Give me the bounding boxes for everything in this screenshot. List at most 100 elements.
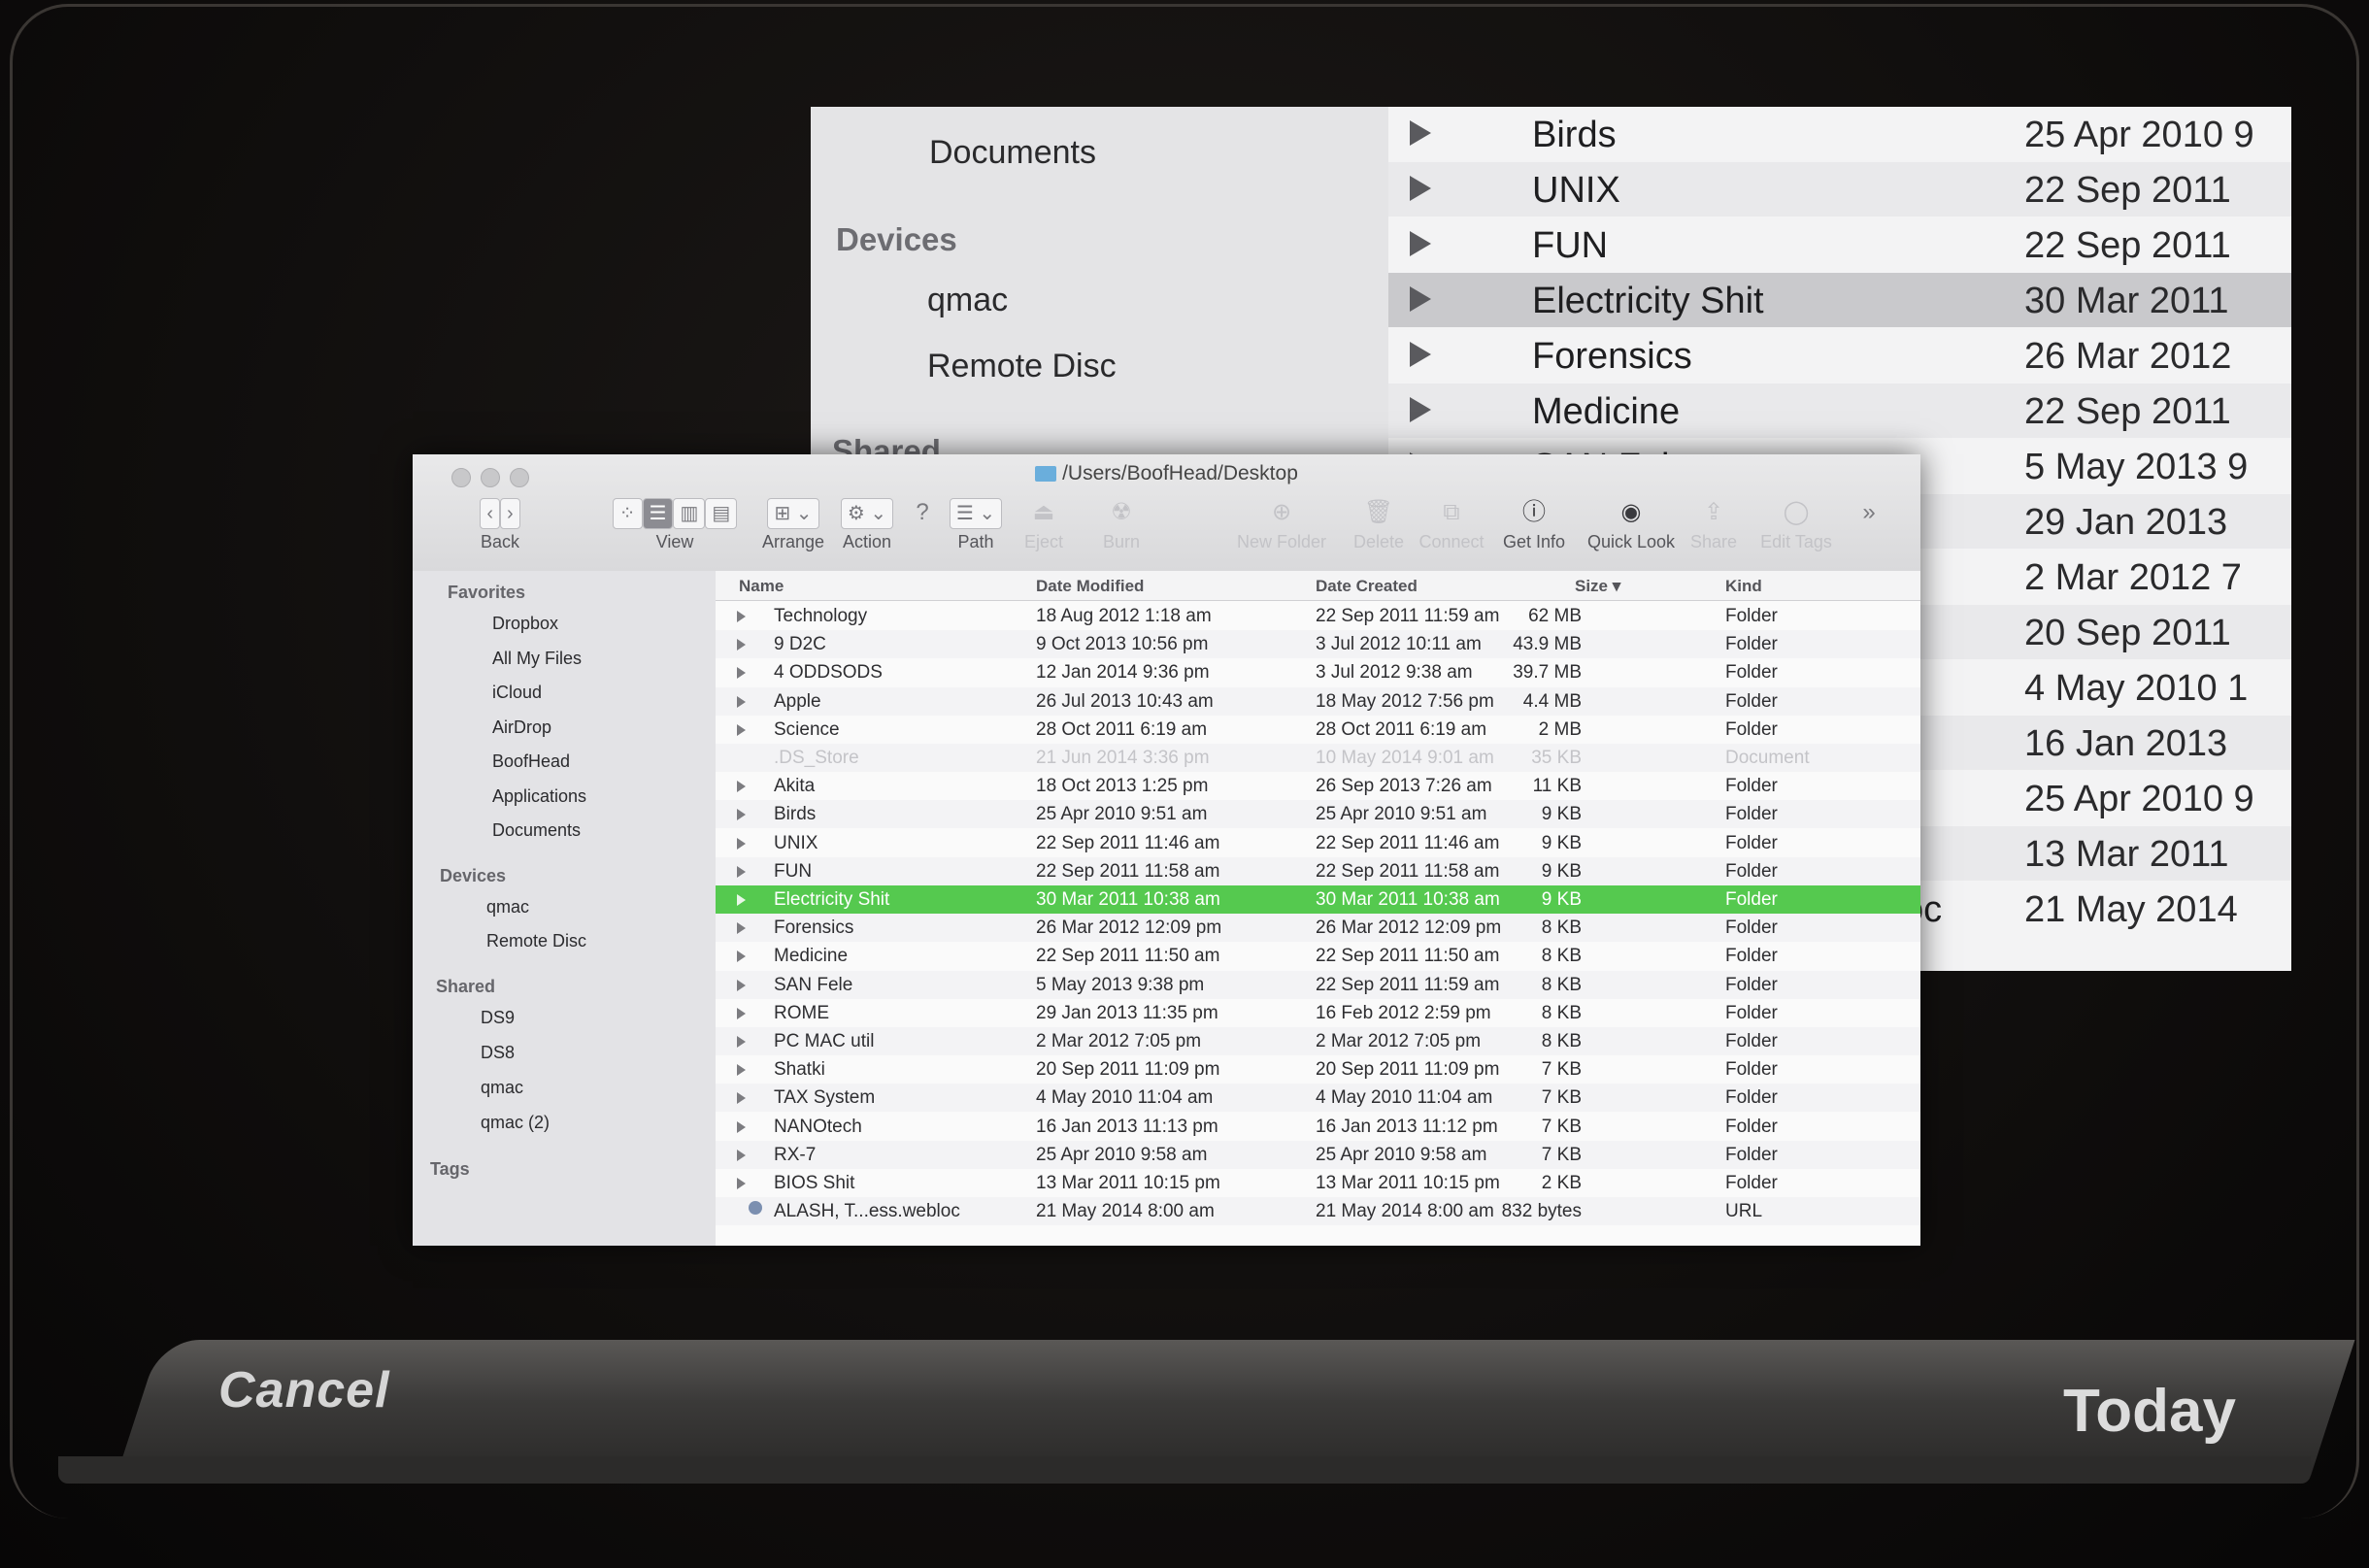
- table-row[interactable]: Electricity Shit 30 Mar 2011 10:38 am 30 M…: [716, 885, 1920, 914]
- back-forward-control[interactable]: ‹ › Back: [451, 493, 549, 567]
- disclosure-triangle-icon[interactable]: [737, 639, 746, 651]
- bg-list-row[interactable]: FUN 22 Sep 2011: [1388, 217, 2291, 272]
- list-view-icon[interactable]: ☰: [642, 498, 674, 529]
- table-row[interactable]: .DS_Store 21 Jun 2014 3:36 pm 10 May 2014 …: [716, 744, 1920, 772]
- table-row[interactable]: Apple 26 Jul 2013 10:43 am 18 May 2012 7:5…: [716, 686, 1920, 716]
- table-row[interactable]: Akita 18 Oct 2013 1:25 pm 26 Sep 2013 7:26…: [716, 772, 1920, 800]
- today-button[interactable]: Today: [2063, 1377, 2236, 1446]
- share-button[interactable]: ⇪ Share: [1685, 493, 1743, 567]
- table-row[interactable]: NANOtech 16 Jan 2013 11:13 pm 16 Jan 2013 …: [716, 1113, 1920, 1141]
- sidebar-item-favorites[interactable]: iCloud: [492, 683, 542, 703]
- bg-list-row[interactable]: UNIX 22 Sep 2011: [1388, 162, 2291, 217]
- burn-button[interactable]: ☢ Burn: [1092, 493, 1151, 567]
- table-row[interactable]: ROME 29 Jan 2013 11:35 pm 16 Feb 2012 2:59…: [716, 999, 1920, 1027]
- table-row[interactable]: Science 28 Oct 2011 6:19 am 28 Oct 2011 6:…: [716, 716, 1920, 744]
- table-row[interactable]: BIOS Shit 13 Mar 2011 10:15 pm 13 Mar 2011…: [716, 1169, 1920, 1197]
- column-kind[interactable]: Kind: [1725, 577, 1762, 596]
- column-date-modified[interactable]: Date Modified: [1036, 577, 1144, 596]
- disclosure-triangle-icon[interactable]: [737, 1064, 746, 1077]
- bg-row-date: 4 May 2010 1: [2024, 668, 2249, 709]
- disclosure-triangle-icon[interactable]: [737, 1178, 746, 1189]
- disclosure-triangle-icon[interactable]: [1410, 286, 1431, 312]
- disclosure-triangle-icon[interactable]: [737, 837, 746, 850]
- column-date-created[interactable]: Date Created: [1316, 577, 1418, 596]
- disclosure-triangle-icon[interactable]: [737, 1007, 746, 1019]
- sidebar-item-favorites[interactable]: BoofHead: [492, 751, 570, 772]
- disclosure-triangle-icon[interactable]: [737, 781, 746, 793]
- disclosure-triangle-icon[interactable]: [737, 922, 746, 935]
- sidebar-item-shared[interactable]: qmac: [481, 1078, 523, 1098]
- disclosure-triangle-icon[interactable]: [1410, 397, 1431, 422]
- table-row[interactable]: Birds 25 Apr 2010 9:51 am 25 Apr 2010 9:51…: [716, 800, 1920, 829]
- bg-sidebar-qmac[interactable]: qmac: [927, 282, 1008, 319]
- back-arrow-icon[interactable]: ‹: [480, 498, 500, 529]
- sidebar-item-favorites[interactable]: Applications: [492, 786, 586, 807]
- disclosure-triangle-icon[interactable]: [737, 979, 746, 991]
- disclosure-triangle-icon[interactable]: [1410, 176, 1431, 201]
- sidebar-item-devices[interactable]: Remote Disc: [486, 931, 586, 951]
- path-button[interactable]: ☰ ⌄ Path: [937, 493, 1015, 567]
- disclosure-triangle-icon[interactable]: [737, 611, 746, 622]
- table-row[interactable]: FUN 22 Sep 2011 11:58 am 22 Sep 2011 11:58…: [716, 856, 1920, 885]
- cover-flow-icon[interactable]: ▤: [705, 498, 738, 529]
- disclosure-triangle-icon[interactable]: [737, 1149, 746, 1161]
- file-size: 2 MB: [1538, 718, 1582, 740]
- disclosure-triangle-icon[interactable]: [737, 1092, 746, 1105]
- table-row[interactable]: PC MAC util 2 Mar 2012 7:05 pm 2 Mar 2012 …: [716, 1027, 1920, 1055]
- disclosure-triangle-icon[interactable]: [737, 723, 746, 736]
- eject-button[interactable]: ⏏ Eject: [1015, 493, 1073, 567]
- new-folder-button[interactable]: ⊕ New Folder: [1233, 493, 1330, 567]
- sidebar-item-shared[interactable]: qmac (2): [481, 1113, 550, 1133]
- sidebar-item-shared[interactable]: DS8: [481, 1043, 515, 1063]
- disclosure-triangle-icon[interactable]: [737, 695, 746, 708]
- table-row[interactable]: SAN Fele 5 May 2013 9:38 pm 22 Sep 2011 11…: [716, 970, 1920, 999]
- disclosure-triangle-icon[interactable]: [1410, 342, 1431, 367]
- disclosure-triangle-icon[interactable]: [737, 1120, 746, 1133]
- bg-sidebar-remote-disc[interactable]: Remote Disc: [927, 348, 1117, 385]
- table-row[interactable]: ALASH, T...ess.webloc 21 May 2014 8:00 am…: [716, 1197, 1920, 1226]
- bg-list-row[interactable]: Electricity Shit 30 Mar 2011: [1388, 273, 2291, 327]
- table-row[interactable]: 9 D2C 9 Oct 2013 10:56 pm 3 Jul 2012 10:11…: [716, 630, 1920, 659]
- edit-tags-button[interactable]: ◯ Edit Tags: [1752, 493, 1840, 567]
- disclosure-triangle-icon[interactable]: [737, 809, 746, 821]
- delete-button[interactable]: 🗑 Delete: [1345, 493, 1413, 567]
- sidebar-item-favorites[interactable]: Dropbox: [492, 614, 558, 634]
- table-row[interactable]: TAX System 4 May 2010 11:04 am 4 May 2010 …: [716, 1084, 1920, 1113]
- disclosure-triangle-icon[interactable]: [737, 865, 746, 878]
- table-row[interactable]: UNIX 22 Sep 2011 11:46 am 22 Sep 2011 11:4…: [716, 829, 1920, 857]
- file-kind: Folder: [1725, 917, 1778, 939]
- bg-sidebar-documents[interactable]: Documents: [929, 134, 1096, 172]
- connect-button[interactable]: ⧉ Connect: [1413, 493, 1490, 567]
- forward-arrow-icon[interactable]: ›: [500, 498, 520, 529]
- toolbar-overflow-button[interactable]: »: [1850, 493, 1888, 567]
- sidebar-item-favorites[interactable]: Documents: [492, 820, 581, 841]
- column-view-icon[interactable]: ▥: [673, 498, 706, 529]
- sidebar-item-shared[interactable]: DS9: [481, 1008, 515, 1028]
- table-row[interactable]: Shatki 20 Sep 2011 11:09 pm 20 Sep 2011 11…: [716, 1055, 1920, 1084]
- bg-list-row[interactable]: Birds 25 Apr 2010 9: [1388, 107, 2291, 161]
- cancel-button[interactable]: Cancel: [218, 1361, 390, 1419]
- disclosure-triangle-icon[interactable]: [737, 951, 746, 963]
- sidebar-item-favorites[interactable]: All My Files: [492, 649, 582, 669]
- column-size[interactable]: Size ▾: [1575, 577, 1620, 596]
- disclosure-triangle-icon[interactable]: [737, 667, 746, 680]
- table-row[interactable]: 4 ODDSODS 12 Jan 2014 9:36 pm 3 Jul 2012 9…: [716, 658, 1920, 686]
- get-info-button[interactable]: ⓘ Get Info: [1495, 493, 1573, 567]
- table-row[interactable]: RX-7 25 Apr 2010 9:58 am 25 Apr 2010 9:58 …: [716, 1140, 1920, 1169]
- table-row[interactable]: Technology 18 Aug 2012 1:18 am 22 Sep 2011…: [716, 602, 1920, 630]
- disclosure-triangle-icon[interactable]: [737, 894, 746, 906]
- bg-list-row[interactable]: Medicine 22 Sep 2011: [1388, 384, 2291, 438]
- action-button[interactable]: ⚙ ⌄ Action: [818, 493, 916, 567]
- table-row[interactable]: Forensics 26 Mar 2012 12:09 pm 26 Mar 2012…: [716, 914, 1920, 943]
- disclosure-triangle-icon[interactable]: [737, 1036, 746, 1048]
- sidebar-item-devices[interactable]: qmac: [486, 897, 529, 917]
- disclosure-triangle-icon[interactable]: [1410, 231, 1431, 256]
- column-name[interactable]: Name: [739, 577, 784, 596]
- disclosure-triangle-icon[interactable]: [1410, 120, 1431, 146]
- sidebar-item-favorites[interactable]: AirDrop: [492, 717, 551, 738]
- bg-list-row[interactable]: Forensics 26 Mar 2012: [1388, 328, 2291, 383]
- help-button[interactable]: ?: [908, 493, 937, 567]
- table-row[interactable]: Medicine 22 Sep 2011 11:50 am 22 Sep 2011 …: [716, 942, 1920, 970]
- icon-view-icon[interactable]: ⁘: [612, 498, 643, 529]
- quick-look-button[interactable]: ◉ Quick Look: [1583, 493, 1680, 567]
